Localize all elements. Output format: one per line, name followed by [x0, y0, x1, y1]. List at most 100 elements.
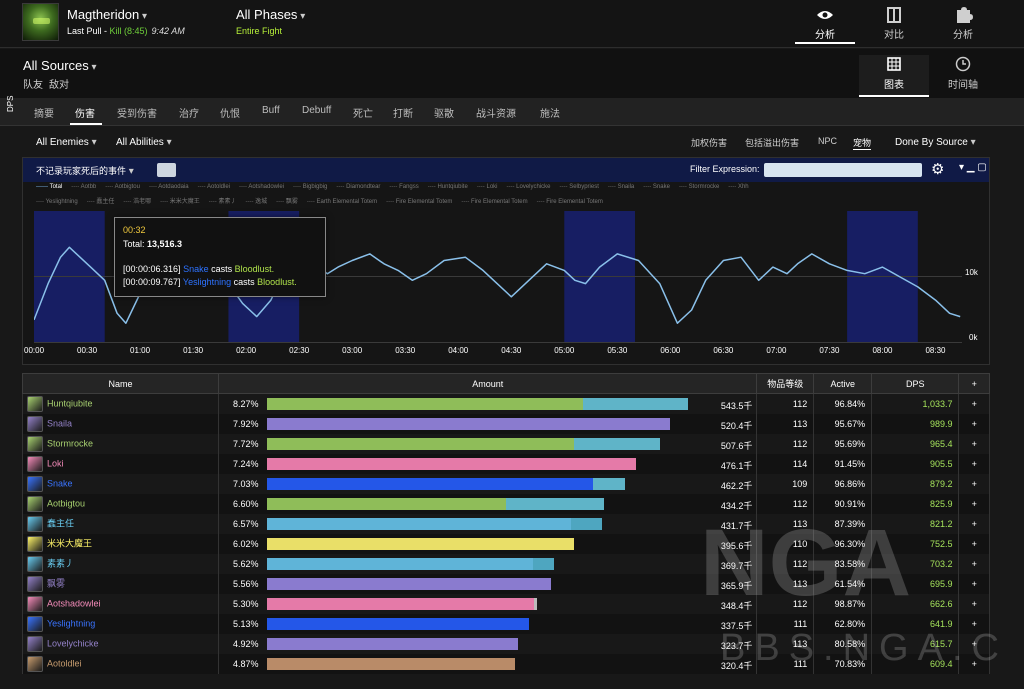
legend-item[interactable]: Aotbb — [71, 184, 96, 190]
legend-item[interactable]: Fire Elemental Totem — [461, 199, 527, 205]
option-npc[interactable]: NPC — [818, 136, 837, 146]
filter-expression-input[interactable] — [764, 163, 922, 177]
tab-healing[interactable]: 治疗 — [179, 105, 199, 120]
table-row[interactable]: Snake 7.03% 462.2千 109 96.86% 879.2 + — [22, 473, 990, 494]
expand-button[interactable]: + — [958, 493, 990, 514]
legend-item[interactable]: 素素丿 — [209, 199, 237, 205]
col-name[interactable]: Name — [22, 373, 220, 394]
legend-item[interactable]: Huntqiubite — [428, 184, 468, 190]
color-swatch[interactable] — [157, 163, 176, 177]
done-by-selector[interactable]: Done By Source — [895, 137, 976, 148]
expand-button[interactable]: + — [958, 473, 990, 494]
tab-threat[interactable]: 仇恨 — [220, 105, 240, 120]
legend-item[interactable]: Earth Elemental Totem — [307, 199, 377, 205]
phase-selector[interactable]: All Phases — [236, 7, 305, 22]
expand-button[interactable]: + — [958, 413, 990, 434]
col-active[interactable]: Active — [813, 373, 873, 394]
legend-item[interactable]: Aotdaodaia — [149, 184, 189, 190]
table-row[interactable]: 蠢主任 6.57% 431.7千 113 87.39% 821.2 + — [22, 513, 990, 534]
sources-selector[interactable]: All Sources — [23, 58, 97, 73]
expand-button[interactable]: + — [958, 433, 990, 454]
expand-button[interactable]: + — [958, 513, 990, 534]
view-table[interactable]: 图表 — [859, 55, 929, 97]
view-timeline[interactable]: 时间轴 — [928, 55, 998, 97]
table-row[interactable]: 米米大魔王 6.02% 395.6千 110 96.30% 752.5 + — [22, 533, 990, 554]
option-overkill[interactable]: 包括溢出伤害 — [745, 136, 799, 149]
legend-item[interactable]: Stormrocke — [679, 184, 719, 190]
nav-analyze[interactable]: 分析 — [795, 6, 855, 44]
gear-icon[interactable]: ⚙ — [931, 160, 944, 178]
abilities-filter[interactable]: All Abilities — [116, 137, 172, 148]
team-enemy[interactable]: 敌对 — [49, 80, 69, 91]
legend-item[interactable]: Fangss — [389, 184, 418, 190]
player-name-cell[interactable]: Snake — [22, 473, 220, 494]
player-name-cell[interactable]: Huntqiubite — [22, 393, 220, 414]
table-row[interactable]: Snaila 7.92% 520.4千 113 95.67% 989.9 + — [22, 413, 990, 434]
tab-debuff[interactable]: Debuff — [302, 105, 331, 116]
legend-item[interactable]: Diamondtear — [336, 184, 380, 190]
legend-item[interactable]: Lovelychicke — [507, 184, 551, 190]
legend-item[interactable]: Loki — [477, 184, 498, 190]
player-name-cell[interactable]: 蠢主任 — [22, 513, 220, 534]
table-row[interactable]: Lovelychicke 4.92% 323.7千 113 80.58% 615.7 + — [22, 633, 990, 654]
enemies-filter[interactable]: All Enemies — [36, 137, 97, 148]
col-amount[interactable]: Amount — [218, 373, 758, 394]
tab-deaths[interactable]: 死亡 — [353, 105, 373, 120]
player-name-cell[interactable]: Snaila — [22, 413, 220, 434]
player-name-cell[interactable]: Aotbigtou — [22, 493, 220, 514]
player-name-cell[interactable]: 飘雾 — [22, 573, 220, 594]
tab-resources[interactable]: 战斗资源 — [476, 105, 516, 120]
tab-buff[interactable]: Buff — [262, 105, 280, 116]
expand-button[interactable]: + — [958, 453, 990, 474]
table-row[interactable]: Stormrocke 7.72% 507.6千 112 95.69% 965.4 + — [22, 433, 990, 454]
legend-item[interactable]: Aotoldlei — [198, 184, 230, 190]
expand-button[interactable]: + — [958, 633, 990, 654]
window-controls[interactable]: ▾ ▁ ▢ — [959, 162, 987, 173]
player-name-cell[interactable]: Lovelychicke — [22, 633, 220, 654]
table-row[interactable]: 素素丿 5.62% 369.7千 112 83.58% 703.2 + — [22, 553, 990, 574]
nav-compare[interactable]: 对比 — [864, 6, 924, 44]
option-weighted[interactable]: 加权伤害 — [691, 136, 727, 149]
tab-casts[interactable]: 施法 — [540, 105, 560, 120]
expand-button[interactable]: + — [958, 653, 990, 674]
col-item-level[interactable]: 物品等级 — [756, 373, 815, 394]
expand-button[interactable]: + — [958, 533, 990, 554]
table-row[interactable]: Aotoldlei 4.87% 320.4千 111 70.83% 609.4 + — [22, 653, 990, 674]
expand-button[interactable]: + — [958, 613, 990, 634]
table-row[interactable]: Loki 7.24% 476.1千 114 91.45% 905.5 + — [22, 453, 990, 474]
legend-item[interactable]: 蠢主任 — [87, 199, 115, 205]
expand-button[interactable]: + — [958, 593, 990, 614]
death-events-toggle[interactable]: 不记录玩家死后的事件 — [36, 164, 134, 177]
player-name-cell[interactable]: Stormrocke — [22, 433, 220, 454]
boss-avatar[interactable] — [22, 3, 59, 41]
legend-item[interactable]: Selbypriest — [560, 184, 599, 190]
pull-info[interactable]: Last Pull - Kill (8:45) 9:42 AM — [67, 26, 185, 36]
tab-damage[interactable]: 伤害 — [75, 105, 95, 120]
player-name-cell[interactable]: Yeslightning — [22, 613, 220, 634]
legend-item[interactable]: Snaila — [608, 184, 634, 190]
legend-item[interactable]: Aotshadowlei — [239, 184, 284, 190]
table-row[interactable]: 飘雾 5.56% 365.9千 113 61.54% 695.9 + — [22, 573, 990, 594]
legend-item[interactable]: Fire Elemental Totem — [386, 199, 452, 205]
team-friendly[interactable]: 队友 — [23, 80, 43, 91]
player-name-cell[interactable]: Aotoldlei — [22, 653, 220, 674]
nav-analyze-2[interactable]: 分析 — [933, 6, 993, 44]
legend-item[interactable]: 飘雾 — [276, 199, 298, 205]
tab-summary[interactable]: 摘要 — [34, 105, 54, 120]
player-name-cell[interactable]: 素素丿 — [22, 553, 220, 574]
boss-selector[interactable]: Magtheridon — [67, 7, 147, 22]
legend-item[interactable]: Yeslightning — [36, 199, 78, 205]
player-name-cell[interactable]: Aotshadowlei — [22, 593, 220, 614]
legend-item[interactable]: Bigbigbig — [293, 184, 327, 190]
legend-item[interactable]: Xhh — [728, 184, 748, 190]
legend-item[interactable]: Fire Elemental Totem — [537, 199, 603, 205]
col-dps[interactable]: DPS — [871, 373, 960, 394]
player-name-cell[interactable]: Loki — [22, 453, 220, 474]
option-pets[interactable]: 宠物 — [853, 136, 872, 150]
legend-item[interactable]: Aotbigtou — [105, 184, 140, 190]
expand-button[interactable]: + — [958, 553, 990, 574]
table-row[interactable]: Huntqiubite 8.27% 543.5千 112 96.84% 1,033.7 + — [22, 393, 990, 414]
tab-damage-taken[interactable]: 受到伤害 — [117, 105, 157, 120]
tab-interrupts[interactable]: 打断 — [393, 105, 413, 120]
tab-dispels[interactable]: 驱散 — [434, 105, 454, 120]
